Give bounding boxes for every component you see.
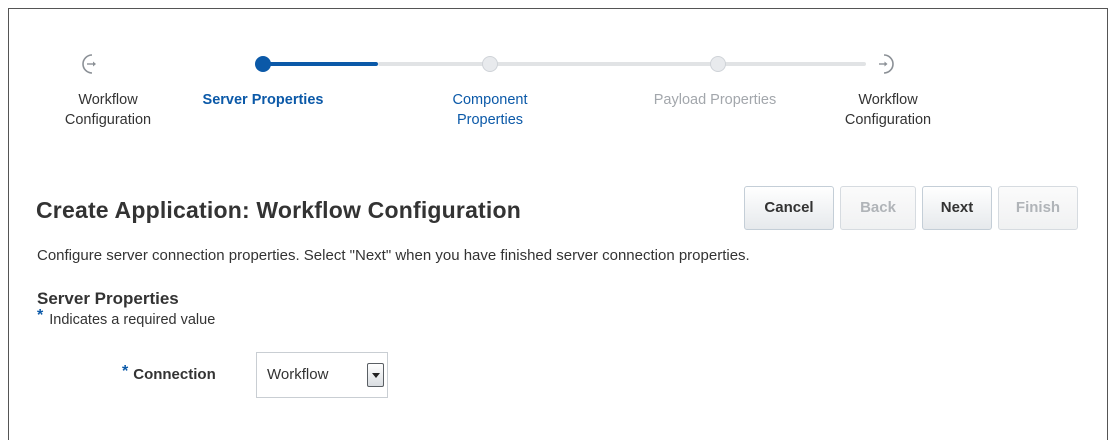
dropdown-arrow-icon[interactable] xyxy=(367,363,384,387)
train-label-line: Workflow xyxy=(858,92,918,108)
connection-select[interactable]: Workflow xyxy=(256,352,388,398)
train-end-icon[interactable] xyxy=(873,51,899,77)
train-label-line: Workflow xyxy=(78,92,138,108)
train-stop-payload-properties xyxy=(710,56,726,72)
train-label-server-properties[interactable]: Server Properties xyxy=(178,90,348,110)
next-button[interactable]: Next xyxy=(922,186,992,230)
train-label-line: Configuration xyxy=(844,112,932,128)
train-label-line: Server Properties xyxy=(202,92,324,108)
train-stop-server-properties[interactable] xyxy=(255,56,271,72)
cancel-button[interactable]: Cancel xyxy=(744,186,834,230)
train-stepper: Workflow Configuration Server Properties… xyxy=(0,0,1108,150)
train-label-line: Configuration xyxy=(64,112,152,128)
section-title: Server Properties xyxy=(37,289,179,308)
train-label-workflow-configuration-start[interactable]: Workflow Configuration xyxy=(48,90,168,130)
connection-label: * Connection xyxy=(122,363,216,383)
required-note-text: Indicates a required value xyxy=(49,312,216,328)
required-note: * Indicates a required value xyxy=(37,307,215,328)
required-star-icon: * xyxy=(122,363,129,380)
back-button[interactable]: Back xyxy=(840,186,916,230)
train-label-line: Payload Properties xyxy=(653,92,777,108)
train-stop-component-properties[interactable] xyxy=(482,56,498,72)
train-label-line: Component xyxy=(452,92,528,108)
train-label-payload-properties: Payload Properties xyxy=(628,90,802,110)
page-title: Create Application: Workflow Configurati… xyxy=(36,197,522,223)
train-label-workflow-configuration-end[interactable]: Workflow Configuration xyxy=(826,90,950,130)
connection-label-text: Connection xyxy=(133,366,216,383)
train-track-completed xyxy=(263,62,378,66)
page-description: Configure server connection properties. … xyxy=(37,247,750,264)
connection-select-value: Workflow xyxy=(267,366,329,383)
finish-button[interactable]: Finish xyxy=(998,186,1078,230)
train-label-component-properties[interactable]: Component Properties xyxy=(428,90,552,130)
train-start-icon[interactable] xyxy=(77,51,103,77)
required-star-icon: * xyxy=(37,307,44,324)
train-track-remaining xyxy=(378,62,866,66)
train-label-line: Properties xyxy=(456,112,524,128)
